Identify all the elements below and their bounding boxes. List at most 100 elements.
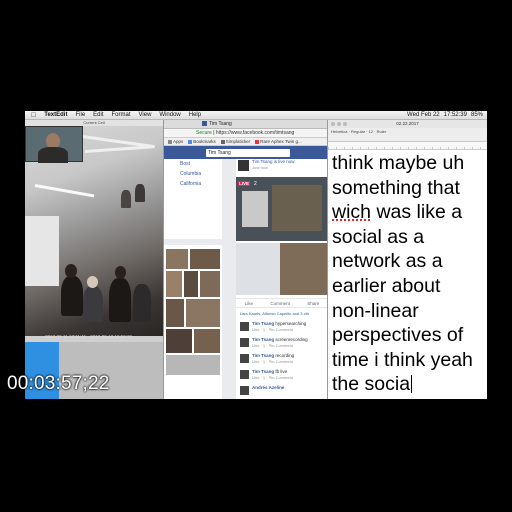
menu-bar:  TextEdit File Edit Format View Window …: [25, 111, 487, 120]
photo-thumb[interactable]: [186, 299, 220, 327]
text-document[interactable]: think maybe uh something that wich was l…: [328, 150, 487, 398]
star-icon: [188, 139, 193, 144]
post-author[interactable]: Tim Tsang is live now: [252, 159, 295, 164]
audience-person: [109, 278, 131, 322]
bookmark-apps[interactable]: Apps: [168, 138, 183, 145]
about-line[interactable]: California: [164, 179, 222, 189]
comment-author[interactable]: Tim Tsang recording: [252, 353, 294, 358]
close-icon[interactable]: [331, 122, 335, 126]
comment-author[interactable]: Tim Tsang hypersearching: [252, 321, 306, 326]
text-line: non-linear: [332, 299, 419, 322]
page-icon: [220, 139, 225, 144]
menu-format[interactable]: Format: [108, 111, 135, 120]
address-bar[interactable]: Secure | https://www.facebook.com/timtsa…: [164, 129, 327, 138]
address-url: https://www.facebook.com/timtsang: [215, 130, 295, 136]
text-line: earlier about: [332, 274, 441, 297]
ruler[interactable]: [328, 142, 487, 150]
likers-summary[interactable]: Lars Kaaris, Alfonso Capelito and 3 oth: [240, 311, 309, 316]
minimize-icon[interactable]: [337, 122, 341, 126]
ceiling-light: [84, 145, 155, 153]
zoom-icon[interactable]: [343, 122, 347, 126]
avatar[interactable]: [238, 160, 249, 171]
bookmark-aphex[interactable]: Rare Aphex Twin g...: [255, 138, 302, 145]
photo-thumb[interactable]: [190, 249, 220, 269]
comment-author[interactable]: Tim Tsang fb live: [252, 369, 287, 374]
photos-grid: [164, 245, 222, 399]
menu-view[interactable]: View: [135, 111, 156, 120]
video-content: [280, 243, 328, 295]
photo-thumb[interactable]: [166, 329, 192, 353]
live-video[interactable]: [236, 177, 328, 241]
share-button[interactable]: Share: [307, 299, 319, 307]
comment-author-name: Tim Tsang: [252, 321, 275, 326]
avatar[interactable]: [240, 386, 249, 395]
photo-thumb[interactable]: [166, 271, 182, 297]
comment-author[interactable]: Andrés Azeline: [252, 385, 284, 390]
about-card: Bost Columbia California: [164, 159, 222, 239]
font-size-select[interactable]: 12: [369, 129, 373, 134]
menu-clock[interactable]: 17:52:39: [444, 111, 467, 120]
comment: Andrés Azeline: [240, 385, 328, 399]
avatar[interactable]: [240, 354, 249, 363]
tab-title: Tim Tsang: [209, 121, 232, 127]
comment-author-name: Tim Tsang: [252, 369, 275, 374]
like-button[interactable]: Like: [245, 299, 253, 307]
apps-icon: [168, 139, 172, 144]
about-line[interactable]: Columbia: [164, 169, 222, 179]
audience-person: [135, 184, 145, 202]
menu-help[interactable]: Help: [185, 111, 205, 120]
comment: Tim Tsang fb live Like · 1 · Pin Comment: [240, 369, 328, 385]
comment-meta[interactable]: Like · 1 · Pin Comment: [252, 359, 293, 364]
photo-thumb[interactable]: [184, 271, 198, 297]
about-line[interactable]: Bost: [164, 159, 222, 169]
comment-meta[interactable]: Like · 1 · Pin Comment: [252, 343, 293, 348]
facebook-search-input[interactable]: Tim Tsang: [206, 148, 290, 157]
facebook-header: Tim Tsang: [164, 146, 327, 159]
comment-text: recording: [275, 353, 295, 358]
comment: Tim Tsang recording Like · 1 · Pin Comme…: [240, 353, 328, 369]
post-actions: Like Comment Share: [236, 298, 328, 308]
comment: Tim Tsang screenrecording Like · 1 · Pin…: [240, 337, 328, 353]
post-time: Just now: [252, 165, 268, 170]
webcam-pip: [25, 126, 83, 163]
photo-thumb[interactable]: [166, 249, 188, 269]
photo-thumb[interactable]: [166, 355, 220, 375]
avatar[interactable]: [240, 370, 249, 379]
apple-icon[interactable]: : [25, 111, 40, 120]
menu-app-name[interactable]: TextEdit: [40, 111, 71, 120]
font-style-select[interactable]: Regular: [351, 129, 365, 134]
browser-tab[interactable]: Tim Tsang: [164, 120, 327, 129]
comment-meta[interactable]: Like · 1 · Pin Comment: [252, 327, 293, 332]
facebook-page: Bost Columbia California Tim Tsang is li…: [164, 159, 328, 399]
bookmark-label: Apps: [173, 139, 184, 144]
menu-file[interactable]: File: [71, 111, 89, 120]
text-line-rest: was like a: [376, 201, 463, 224]
photo-thumb[interactable]: [194, 329, 220, 353]
bookmark-bookmarks[interactable]: Bookmarks: [188, 138, 216, 145]
menu-edit[interactable]: Edit: [89, 111, 107, 120]
secondary-video[interactable]: [236, 243, 328, 295]
window-controls: [331, 122, 347, 126]
avatar[interactable]: [240, 338, 249, 347]
battery-percent[interactable]: 85%: [471, 111, 483, 120]
comment-button[interactable]: Comment: [270, 299, 290, 307]
menu-date[interactable]: Wed Feb 22: [407, 111, 440, 120]
photo-thumb[interactable]: [166, 299, 184, 327]
comment-meta[interactable]: Like · 1 · Pin Comment: [252, 375, 293, 380]
audience-person: [133, 284, 151, 322]
text-line: think maybe uh: [332, 152, 465, 174]
secure-label: Secure: [196, 130, 212, 136]
photo-thumb[interactable]: [200, 271, 220, 297]
comment-author-name: Tim Tsang: [252, 353, 275, 358]
font-family-select[interactable]: Helvetica: [331, 129, 347, 134]
ruler-toggle[interactable]: Ruler: [377, 129, 387, 134]
text-line: social as a: [332, 225, 425, 248]
menu-window[interactable]: Window: [155, 111, 184, 120]
bookmark-label: Rare Aphex Twin g...: [260, 139, 302, 144]
avatar[interactable]: [240, 322, 249, 331]
bookmark-label: Bookmarks: [193, 139, 216, 144]
text-line: wich was like a: [332, 200, 483, 225]
comment-author[interactable]: Tim Tsang screenrecording: [252, 337, 308, 342]
bookmark-simplaticker[interactable]: Simplaticker: [220, 138, 250, 145]
bookmarks-bar: Apps Bookmarks Simplaticker Rare Aphex T…: [164, 138, 327, 146]
